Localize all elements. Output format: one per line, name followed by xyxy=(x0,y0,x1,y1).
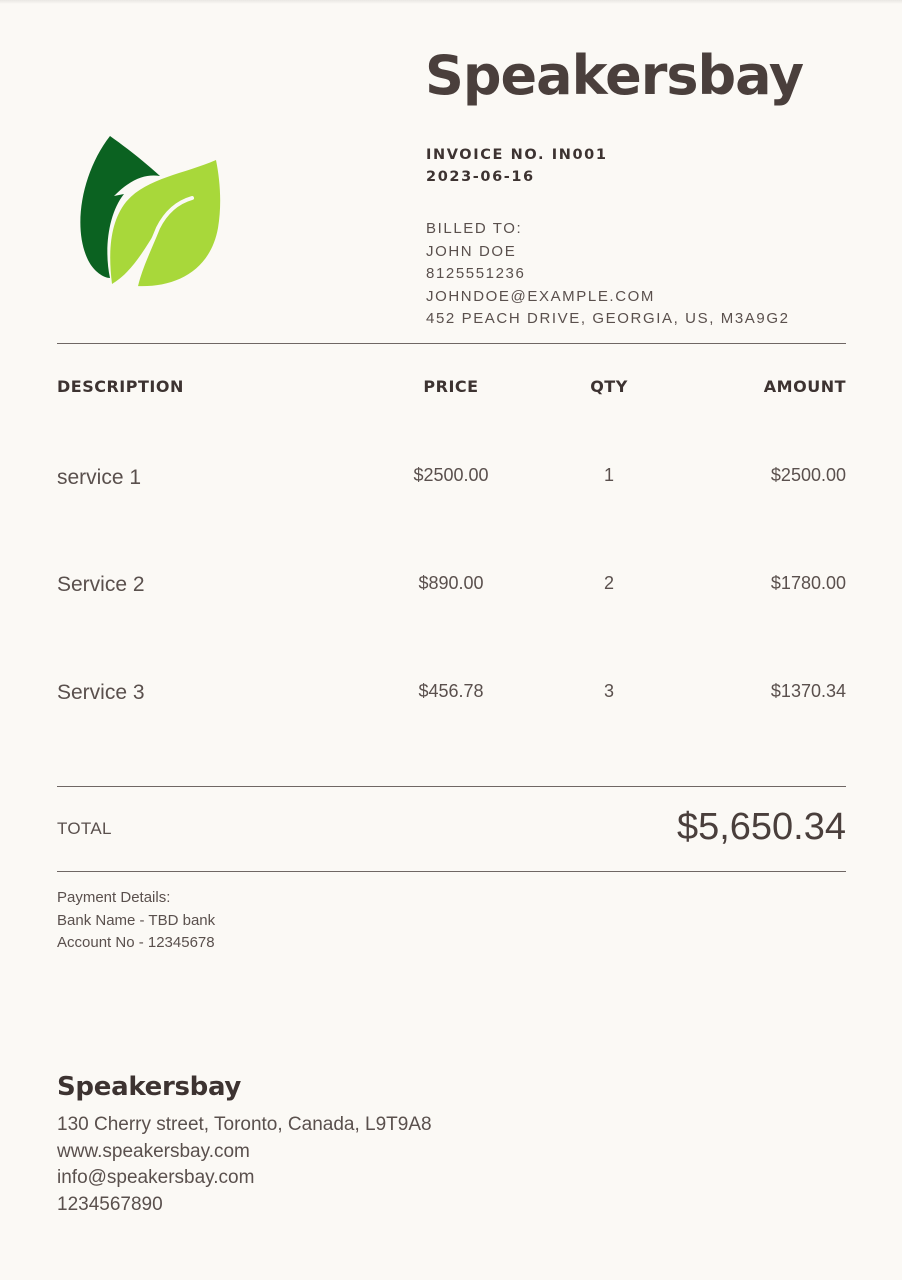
total-value: $5,650.34 xyxy=(676,806,846,848)
invoice-date: 2023-06-16 xyxy=(426,169,535,185)
billed-to-phone: 8125551236 xyxy=(426,265,526,282)
header-divider xyxy=(57,343,846,344)
payment-bank: Bank Name - TBD bank xyxy=(57,911,216,929)
footer-website: www.speakersbay.com xyxy=(57,1140,250,1162)
invoice-meta: INVOICE NO. IN001 2023-06-16 xyxy=(426,144,608,188)
table-row-price: $2500.00 xyxy=(413,465,489,485)
page-top-edge xyxy=(0,0,902,4)
total-top-divider xyxy=(57,786,846,787)
payment-title: Payment Details: xyxy=(57,889,171,906)
table-row-amount: $1780.00 xyxy=(770,573,846,593)
payment-account: Account No - 12345678 xyxy=(57,934,215,951)
table-row-qty: 2 xyxy=(603,573,615,593)
header-description: DESCRIPTION xyxy=(57,377,184,396)
footer-email: info@speakersbay.com xyxy=(57,1167,255,1188)
billed-to-block: BILLED TO: JOHN DOE 8125551236 JOHNDOE@E… xyxy=(426,218,790,331)
table-row-description: service 1 xyxy=(57,466,142,489)
company-logo xyxy=(74,132,226,292)
table-row-qty: 3 xyxy=(603,681,615,701)
header-amount: AMOUNT xyxy=(763,377,846,396)
total-label: TOTAL xyxy=(57,819,112,838)
header-price: PRICE xyxy=(423,377,479,396)
header-qty: QTY xyxy=(590,377,628,396)
table-row-description: Service 3 xyxy=(57,681,145,704)
footer-company-name: Speakersbay xyxy=(57,1072,242,1102)
footer-phone: 1234567890 xyxy=(57,1193,163,1215)
invoice-number: INVOICE NO. IN001 xyxy=(426,147,608,163)
billed-to-name: JOHN DOE xyxy=(426,242,517,260)
table-row-description: Service 2 xyxy=(57,573,145,596)
payment-details: Payment Details: Bank Name - TBD bank Ac… xyxy=(57,887,215,955)
table-row-qty: 1 xyxy=(603,465,615,485)
billed-to-email: JOHNDOE@EXAMPLE.COM xyxy=(426,287,655,305)
company-title: Speakersbay xyxy=(425,44,804,107)
footer-contact: 130 Cherry street, Toronto, Canada, L9T9… xyxy=(57,1112,432,1218)
table-row-price: $890.00 xyxy=(418,573,484,593)
table-row-price: $456.78 xyxy=(418,681,484,701)
footer-address: 130 Cherry street, Toronto, Canada, L9T9… xyxy=(57,1114,432,1135)
billed-to-label: BILLED TO: xyxy=(426,220,523,237)
table-row-amount: $2500.00 xyxy=(770,465,846,485)
leaf-logo-icon xyxy=(80,136,221,288)
table-row-amount: $1370.34 xyxy=(770,681,846,701)
billed-to-address: 452 PEACH DRIVE, GEORGIA, US, M3A9G2 xyxy=(426,310,790,327)
total-bottom-divider xyxy=(57,871,846,872)
